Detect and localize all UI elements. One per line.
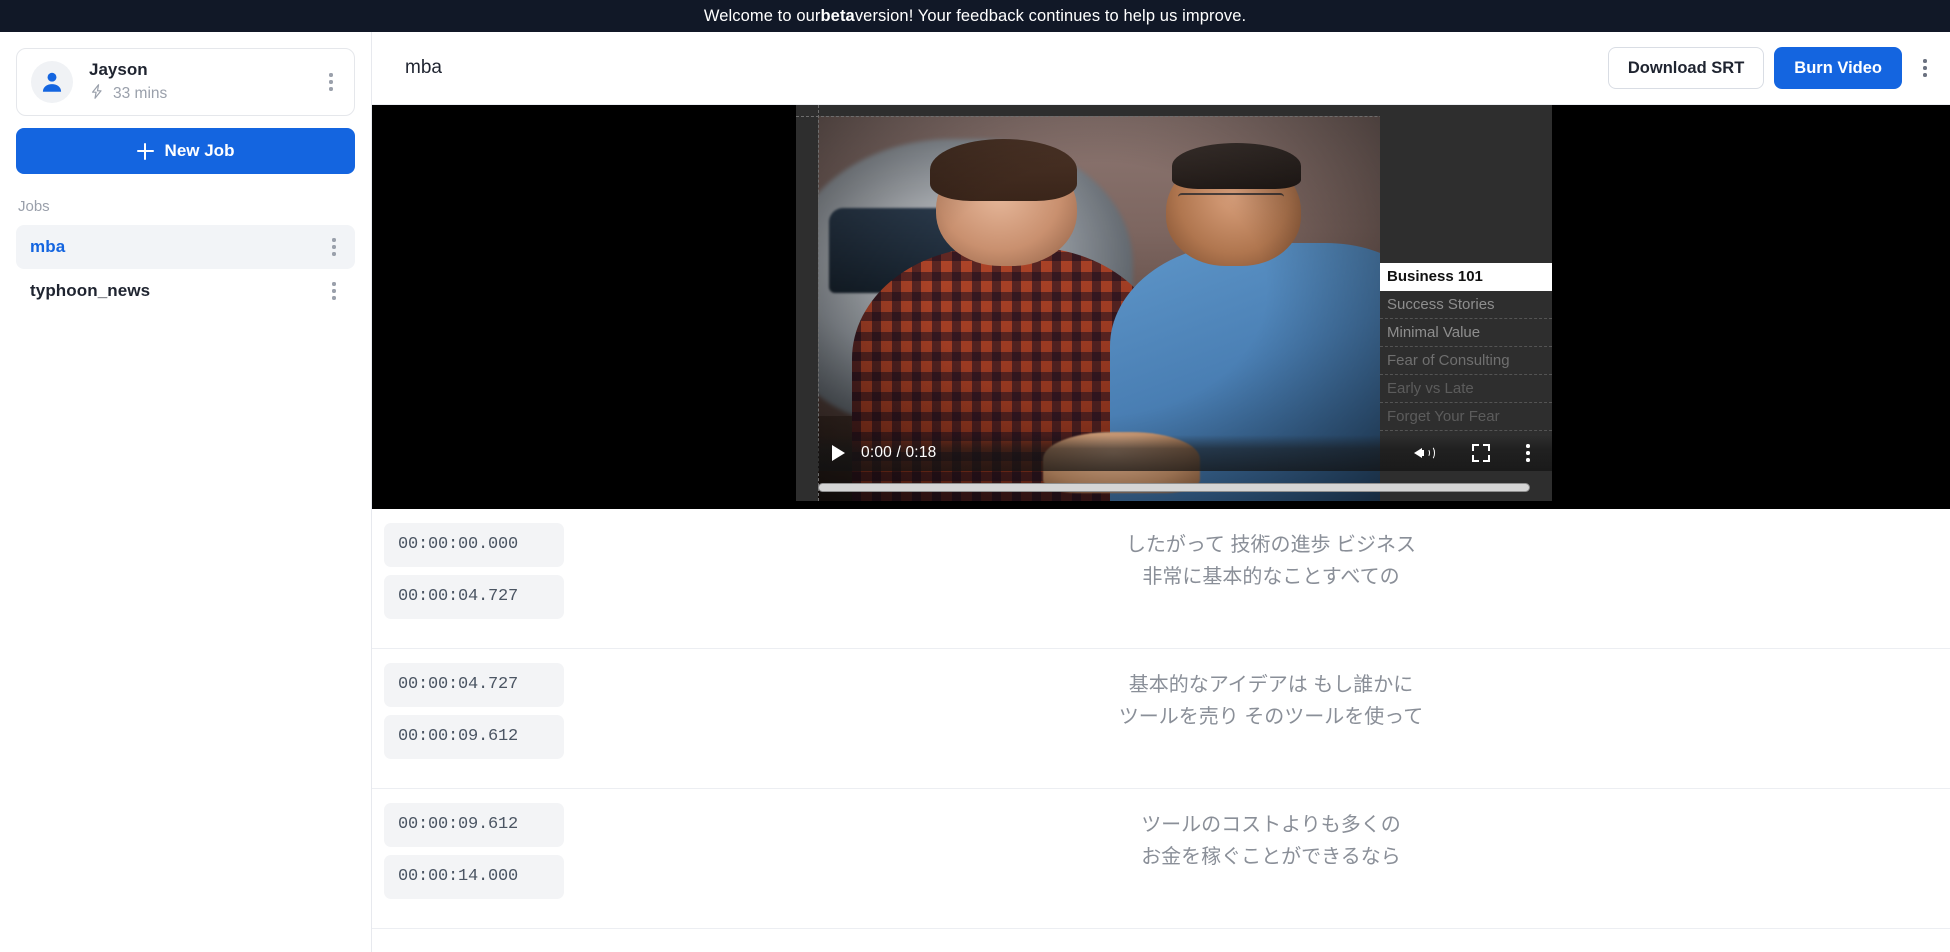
user-card-menu-icon[interactable] bbox=[320, 65, 342, 99]
chapter-label: Forget Your Fear bbox=[1387, 408, 1500, 425]
chapter-label: Business 101 bbox=[1387, 268, 1483, 285]
user-card[interactable]: Jayson 33 mins bbox=[16, 48, 355, 116]
plus-icon bbox=[136, 142, 154, 160]
video-options-icon[interactable] bbox=[1526, 444, 1530, 462]
transcript-row[interactable]: 00:00:09.612 00:00:14.000 ツールのコストよりも多くの … bbox=[372, 789, 1950, 929]
jobs-list: mba typhoon_news bbox=[16, 225, 355, 313]
chapter-item-early-vs-late[interactable]: Early vs Late bbox=[1380, 375, 1552, 403]
cue-text-line: ツールを売り そのツールを使って bbox=[1118, 706, 1424, 728]
main-content: mba Download SRT Burn Video Business 101… bbox=[372, 32, 1950, 952]
cue-end-time-input[interactable]: 00:00:14.000 bbox=[384, 855, 564, 899]
transcript-list[interactable]: 00:00:00.000 00:00:04.727 したがって 技術の進歩 ビジ… bbox=[372, 509, 1950, 952]
chapter-label: Fear of Consulting bbox=[1387, 352, 1510, 369]
cue-text-line: 基本的なアイデアは もし誰かに bbox=[1128, 674, 1414, 696]
job-menu-icon[interactable] bbox=[323, 230, 345, 264]
chapter-list-scroll: Business 101 Success Stories Minimal Val… bbox=[1380, 263, 1552, 431]
cue-start-time-input[interactable]: 00:00:09.612 bbox=[384, 803, 564, 847]
user-avatar-icon bbox=[31, 61, 73, 103]
download-srt-button[interactable]: Download SRT bbox=[1607, 47, 1765, 89]
chapter-label: Minimal Value bbox=[1387, 324, 1481, 341]
sidebar: Jayson 33 mins New Job Jobs mba typhoon_… bbox=[0, 32, 372, 952]
video-time-display: 0:00 / 0:18 bbox=[861, 444, 937, 461]
burn-video-label: Burn Video bbox=[1794, 58, 1882, 77]
cue-end-time-input[interactable]: 00:00:09.612 bbox=[384, 715, 564, 759]
chapter-label: Success Stories bbox=[1387, 296, 1495, 313]
app-shell: Jayson 33 mins New Job Jobs mba typhoon_… bbox=[0, 32, 1950, 952]
user-meta: Jayson 33 mins bbox=[89, 59, 320, 105]
cue-text-line: ツールのコストよりも多くの bbox=[1141, 814, 1401, 836]
page-title: mba bbox=[405, 57, 442, 78]
banner-text-prefix: Welcome to our bbox=[703, 6, 821, 25]
cue-start-time-input[interactable]: 00:00:04.727 bbox=[384, 663, 564, 707]
topbar: mba Download SRT Burn Video bbox=[372, 32, 1950, 105]
video-player-area: Business 101 Success Stories Minimal Val… bbox=[372, 105, 1950, 509]
cue-timestamps: 00:00:09.612 00:00:14.000 bbox=[372, 803, 592, 907]
cue-text[interactable]: 基本的なアイデアは もし誰かに ツールを売り そのツールを使って bbox=[592, 663, 1950, 733]
lightning-icon bbox=[89, 83, 106, 105]
video-controls: 0:00 / 0:18 bbox=[818, 435, 1552, 471]
cue-end-time-input[interactable]: 00:00:04.727 bbox=[384, 575, 564, 619]
user-credit-label: 33 mins bbox=[113, 85, 168, 103]
play-icon[interactable] bbox=[828, 445, 845, 461]
cue-start-time-input[interactable]: 00:00:00.000 bbox=[384, 523, 564, 567]
cue-text-line: 非常に基本的なことすべての bbox=[1142, 566, 1400, 588]
cue-text-line: お金を稼ぐことができるなら bbox=[1141, 846, 1401, 868]
video-horizontal-scrollbar[interactable] bbox=[818, 483, 1530, 492]
chapter-item-business-101[interactable]: Business 101 bbox=[1380, 263, 1552, 291]
job-name: mba bbox=[30, 237, 66, 256]
cue-timestamps: 00:00:00.000 00:00:04.727 bbox=[372, 523, 592, 627]
jobs-section-label: Jobs bbox=[18, 198, 50, 215]
job-item-mba[interactable]: mba bbox=[16, 225, 355, 269]
new-job-label: New Job bbox=[164, 141, 235, 160]
video-stage[interactable]: Business 101 Success Stories Minimal Val… bbox=[796, 105, 1552, 501]
volume-icon[interactable] bbox=[1414, 444, 1436, 462]
beta-announcement-banner: Welcome to our beta version! Your feedba… bbox=[0, 0, 1950, 32]
user-name: Jayson bbox=[89, 59, 148, 79]
download-srt-label: Download SRT bbox=[1627, 58, 1745, 77]
new-job-button[interactable]: New Job bbox=[16, 128, 355, 174]
burn-video-button[interactable]: Burn Video bbox=[1774, 47, 1902, 89]
job-menu-icon[interactable] bbox=[323, 274, 345, 308]
user-credit: 33 mins bbox=[89, 83, 320, 105]
cue-text[interactable]: ツールのコストよりも多くの お金を稼ぐことができるなら bbox=[592, 803, 1950, 873]
chapter-item-fear-of-consulting[interactable]: Fear of Consulting bbox=[1380, 347, 1552, 375]
chapter-label: Early vs Late bbox=[1387, 380, 1474, 397]
job-item-typhoon-news[interactable]: typhoon_news bbox=[16, 269, 355, 313]
video-controls-right bbox=[1414, 444, 1538, 462]
fullscreen-icon[interactable] bbox=[1472, 444, 1491, 462]
banner-text-suffix: version! Your feedback continues to help… bbox=[854, 6, 1247, 25]
cue-text-line: したがって 技術の進歩 ビジネス bbox=[1125, 534, 1417, 556]
chapter-item-success-stories[interactable]: Success Stories bbox=[1380, 291, 1552, 319]
banner-text-bold: beta bbox=[820, 6, 855, 25]
topbar-menu-icon[interactable] bbox=[1914, 47, 1936, 89]
chapter-item-minimal-value[interactable]: Minimal Value bbox=[1380, 319, 1552, 347]
cue-text[interactable]: したがって 技術の進歩 ビジネス 非常に基本的なことすべての bbox=[592, 523, 1950, 593]
cue-timestamps: 00:00:04.727 00:00:09.612 bbox=[372, 663, 592, 767]
transcript-row[interactable]: 00:00:04.727 00:00:09.612 基本的なアイデアは もし誰か… bbox=[372, 649, 1950, 789]
transcript-row[interactable]: 00:00:00.000 00:00:04.727 したがって 技術の進歩 ビジ… bbox=[372, 509, 1950, 649]
chapter-item-forget-your-fear[interactable]: Forget Your Fear bbox=[1380, 403, 1552, 431]
job-name: typhoon_news bbox=[30, 281, 151, 300]
